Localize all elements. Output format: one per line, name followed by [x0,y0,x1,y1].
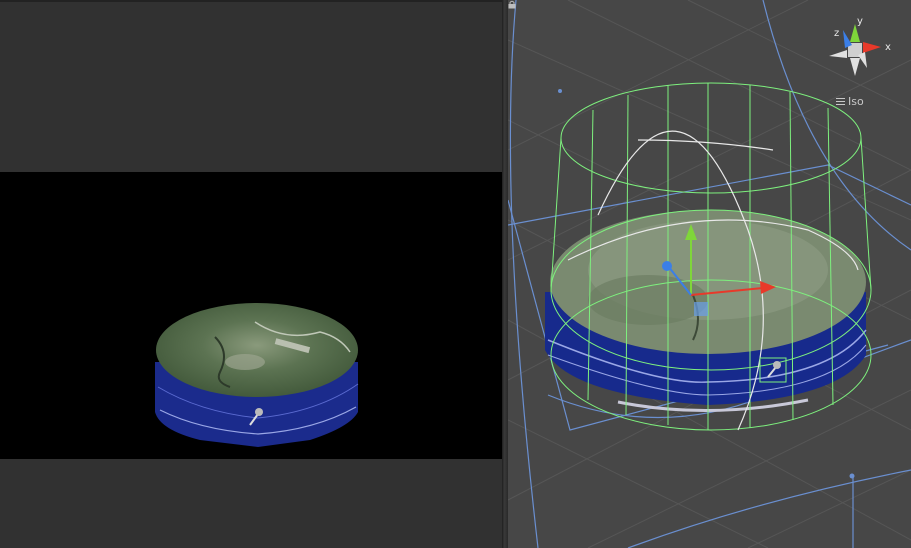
plane-handle-icon[interactable] [694,302,708,316]
handle-dot[interactable] [558,89,562,93]
lock-icon[interactable] [508,0,516,9]
handle-dot[interactable] [849,473,855,479]
projection-label: Iso [848,95,864,108]
map-disc [156,303,358,397]
orientation-gizmo[interactable]: y x z [829,16,891,76]
gizmo-z-label: z [834,28,839,39]
gizmo-negy-cone-icon[interactable] [850,58,860,76]
gizmo-x-cone-icon[interactable] [863,42,881,53]
gizmo-negx-cone-icon[interactable] [829,50,847,58]
gizmo-x-label: x [885,42,891,53]
scene-view-panel[interactable]: y x z Iso [508,0,911,548]
map-patch [225,354,265,370]
game-view-panel[interactable] [0,0,502,548]
game-viewport[interactable] [0,172,502,459]
projection-toggle[interactable]: Iso [836,95,864,108]
game-render [155,303,359,447]
menu-icon [836,96,845,107]
z-axis-handle-icon[interactable] [662,261,672,271]
editor-window: y x z Iso [0,0,911,548]
gizmo-y-label: y [857,16,863,27]
gizmo-z-cone-icon[interactable] [843,30,852,48]
panel-top-edge [0,0,502,2]
scene-render: y x z [508,0,911,548]
